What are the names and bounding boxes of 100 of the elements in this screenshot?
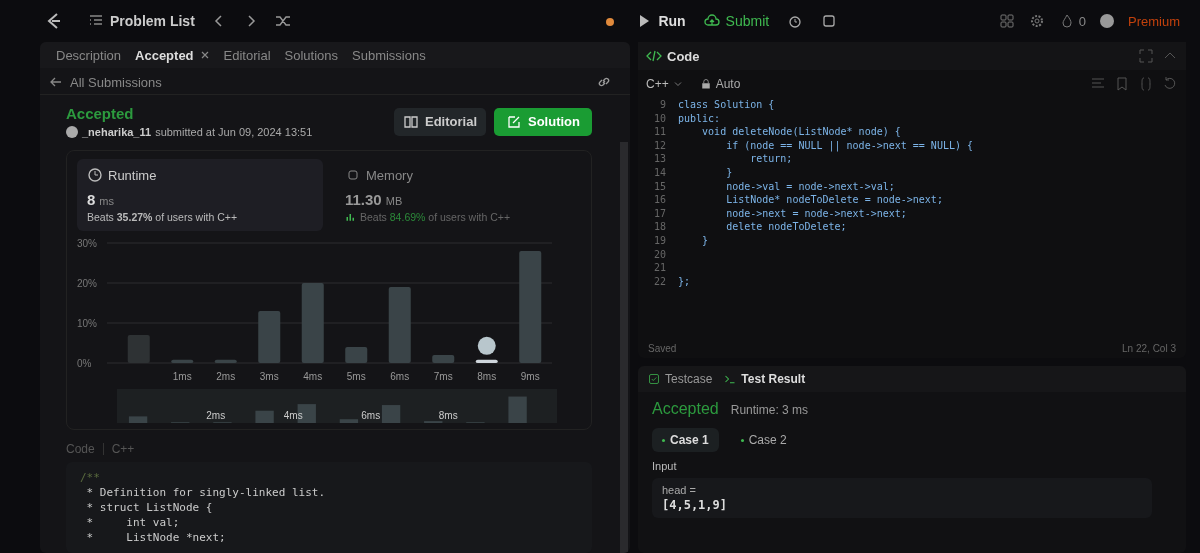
braces-icon[interactable] <box>1138 76 1154 92</box>
terminal-icon <box>724 373 737 385</box>
stat-card[interactable]: Runtime 8 ms Beats 35.27% of users with C++ <box>77 159 323 231</box>
back-link[interactable]: All Submissions <box>48 74 162 90</box>
parameter-value: [4,5,1,9] <box>662 498 729 512</box>
premium-link[interactable]: Premium <box>1128 13 1180 29</box>
input-label: Input <box>652 460 678 472</box>
panel-tab[interactable]: Accepted <box>135 46 210 64</box>
code-line: }; <box>678 274 691 289</box>
axis-category-label: 5ms <box>346 371 366 382</box>
range-label: 8ms <box>438 410 458 421</box>
axis-category-label: 1ms <box>172 371 192 382</box>
case-tab[interactable]: Case 1 <box>652 428 719 452</box>
range-label: 2ms <box>206 410 226 421</box>
code-line: } <box>725 165 733 180</box>
lock-icon <box>699 78 712 90</box>
case-tab[interactable]: Case 2 <box>730 428 797 452</box>
stat-card[interactable]: Memory 11.30 MB Beats 84.69% of users with C++ <box>335 159 581 231</box>
range-selector-drawing[interactable] <box>117 389 557 423</box>
code-line: /** <box>80 470 101 485</box>
stat-title: Memory <box>366 167 413 183</box>
axis-category-label: 7ms <box>433 371 453 382</box>
close-icon[interactable] <box>199 50 210 60</box>
editorial-button[interactable]: Editorial <box>394 107 486 136</box>
language-dropdown[interactable]: C++ <box>646 77 684 91</box>
line-number: 18 <box>652 220 667 234</box>
line-number: 13 <box>652 152 667 166</box>
line-number: 16 <box>652 193 667 207</box>
axis-tick-label: 30% <box>77 238 97 249</box>
axis-tick-label: 10% <box>77 318 97 329</box>
book-icon <box>403 113 419 130</box>
alarm-clock-icon[interactable] <box>787 13 804 29</box>
run-button[interactable]: Run <box>636 13 686 29</box>
line-number: 11 <box>652 125 667 139</box>
line-number: 12 <box>652 138 667 153</box>
code-line: * Definition for singly-linked list. <box>85 485 327 500</box>
axis-category-label: 4ms <box>303 371 323 382</box>
bar-chart-icon <box>345 211 357 223</box>
axis-tick-label: 20% <box>77 278 97 289</box>
code-line: * struct ListNode { <box>85 500 214 515</box>
note-icon[interactable] <box>821 13 838 29</box>
panel-tab[interactable]: Submissions <box>352 46 426 64</box>
code-line: public: <box>678 111 721 126</box>
stat-value: 8 <box>87 191 96 208</box>
bookmark-icon[interactable] <box>1114 76 1130 92</box>
line-number: 14 <box>652 165 667 180</box>
shuffle-icon[interactable] <box>274 13 291 29</box>
problem-list-button[interactable]: Problem List <box>88 13 195 29</box>
beats-text: Beats 35.27% of users with C++ <box>87 211 238 223</box>
code-line: class Solution { <box>678 98 775 112</box>
panel-tab[interactable]: Testcase <box>648 372 713 386</box>
panel-tab[interactable]: Editorial <box>223 46 271 64</box>
code-line: delete nodeToDelete; <box>725 220 847 234</box>
username[interactable]: _neharika_11 <box>82 126 152 138</box>
parameter-name: head = <box>662 484 697 496</box>
solution-button[interactable]: Solution <box>494 107 592 136</box>
axis-category-label: 6ms <box>390 371 410 382</box>
line-number: 20 <box>652 247 667 262</box>
line-number: 22 <box>652 274 667 289</box>
panel-tab[interactable]: Solutions <box>284 46 338 64</box>
submit-button[interactable]: Submit <box>703 13 770 29</box>
line-number: 21 <box>652 261 667 275</box>
streak-count: 0 <box>1078 13 1086 29</box>
reset-icon[interactable] <box>1162 76 1178 92</box>
beats-text: Beats 84.69% of users with C++ <box>360 211 511 223</box>
grid-icon[interactable] <box>998 13 1015 29</box>
code-line: node->val = node->next->val; <box>725 179 895 194</box>
stat-title: Runtime <box>108 167 157 183</box>
code-line: void deleteNode(ListNode* node) { <box>701 125 901 139</box>
code-line: * ListNode *next; <box>85 530 227 545</box>
user-avatar-icon <box>477 336 496 355</box>
scrollbar[interactable] <box>620 142 628 553</box>
mode-label: Auto <box>715 77 741 91</box>
line-number: 9 <box>658 98 667 112</box>
code-line: ListNode* nodeToDelete = node->next; <box>725 193 943 207</box>
axis-tick-label: 0% <box>77 358 92 369</box>
line-number: 17 <box>652 206 667 221</box>
user-avatar[interactable] <box>1100 14 1114 28</box>
axis-category-label: 9ms <box>520 371 540 382</box>
panel-tab[interactable]: Test Result <box>724 372 806 386</box>
line-number: 15 <box>652 179 667 194</box>
submission-time: submitted at Jun 09, 2024 13:51 <box>155 126 313 138</box>
runtime-text: Runtime: 3 ms <box>730 403 809 417</box>
save-status: Saved <box>648 343 677 354</box>
stat-value: 11.30 <box>345 191 382 208</box>
settings-icon[interactable] <box>1028 13 1045 29</box>
code-line: node->next = node->next->next; <box>725 206 907 221</box>
code-line: } <box>701 233 709 248</box>
edit-icon <box>506 113 522 130</box>
clock-icon <box>87 167 103 183</box>
expand-icon[interactable] <box>1138 48 1154 64</box>
chart-bar[interactable] <box>475 359 498 363</box>
chip-icon <box>345 167 361 183</box>
axis-category-label: 3ms <box>259 371 279 382</box>
editor-title: Code <box>667 48 700 64</box>
code-label: Code <box>66 442 95 456</box>
axis-category-label: 8ms <box>477 371 497 382</box>
panel-tab[interactable]: Description <box>56 46 122 64</box>
submission-status: Accepted <box>66 105 135 122</box>
cloud-upload-icon <box>703 13 720 29</box>
